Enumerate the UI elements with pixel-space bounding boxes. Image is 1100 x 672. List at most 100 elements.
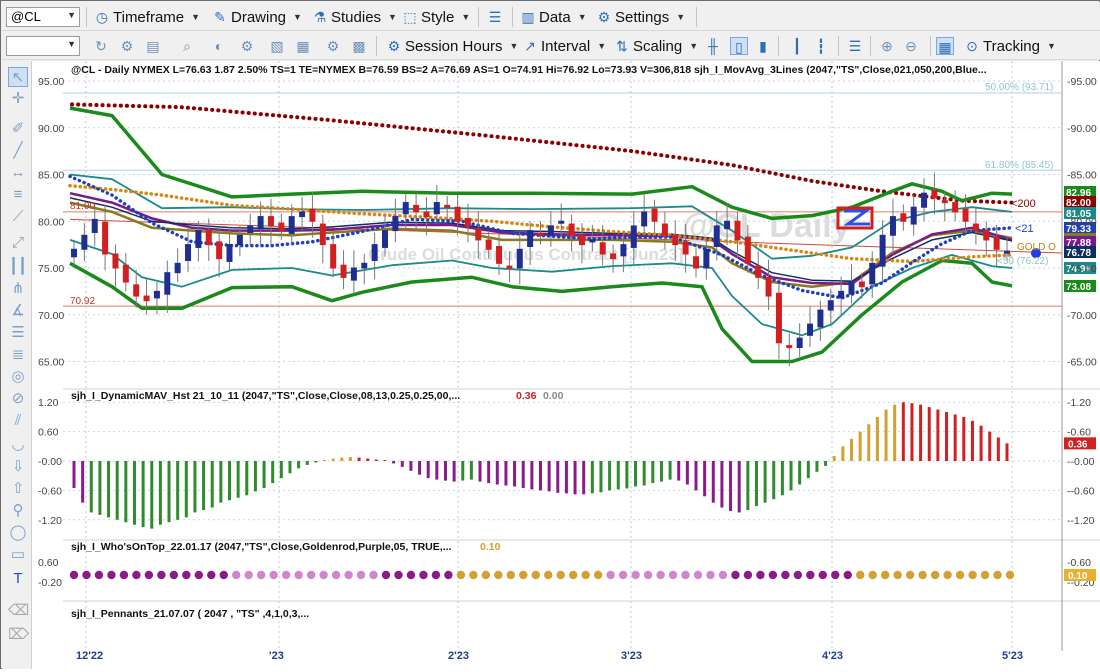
pointer-icon[interactable]: ↖ xyxy=(8,67,28,87)
chevron-down-icon[interactable]: ▼ xyxy=(67,39,76,49)
candle-up xyxy=(807,323,814,336)
whos-on-top-dot xyxy=(419,570,428,580)
table-icon[interactable]: ▦ xyxy=(294,37,312,55)
settings-button[interactable]: ⚙ Settings ▼ xyxy=(596,6,685,28)
whos-on-top-dot xyxy=(82,570,91,580)
price-chart[interactable]: @CL Daily Crude Oil Continuous Contract … xyxy=(32,61,1100,669)
vertical-lines-icon[interactable]: ┃┃ xyxy=(8,257,28,277)
tracking-button[interactable]: ⊙ Tracking ▼ xyxy=(964,35,1056,57)
wrench-icon[interactable]: ✐ xyxy=(8,119,28,139)
retracement-icon[interactable]: ☰ xyxy=(8,323,28,343)
gear-icon[interactable]: ⚙ xyxy=(238,37,256,55)
whos-on-top-dot xyxy=(556,570,565,580)
channel-icon[interactable]: ≡ xyxy=(8,185,28,205)
toolbar-divider xyxy=(778,36,779,56)
ray-icon[interactable]: ⟋ xyxy=(8,207,28,227)
settings-small-icon[interactable]: ⚙ xyxy=(118,37,136,55)
levels-icon[interactable]: ≣ xyxy=(8,345,28,365)
hollow-candle-icon[interactable]: ▮ xyxy=(754,37,772,55)
spiral-icon[interactable]: ◎ xyxy=(8,367,28,387)
text-icon[interactable]: T xyxy=(8,569,28,589)
arrow-up-icon[interactable]: ⇧ xyxy=(8,479,28,499)
drawing-button[interactable]: ✎ Drawing ▼ xyxy=(212,6,302,28)
tradestation-window: @CL ▼ ◷ Timeframe ▼ ✎ Drawing ▼ ⚗ Studie… xyxy=(0,0,1100,669)
whos-on-top-dot xyxy=(232,570,241,580)
ind1-tag: 0.36 xyxy=(1068,439,1088,450)
price-axis-label-left: 75.00 xyxy=(38,263,64,275)
whos-on-top-dot xyxy=(918,570,927,580)
scaling-button[interactable]: ⇅ Scaling ▼ xyxy=(614,35,698,57)
gann-icon[interactable]: ⊘ xyxy=(8,389,28,409)
pitchfork-icon[interactable]: ⋔ xyxy=(8,279,28,299)
data-icon: ▥ xyxy=(521,9,535,25)
chevron-down-icon[interactable]: ▼ xyxy=(67,10,76,20)
refresh-icon[interactable]: ↻ xyxy=(92,37,110,55)
toolbar-divider xyxy=(838,36,839,56)
candle-down xyxy=(672,234,679,246)
chevron-down-icon: ▼ xyxy=(1046,41,1056,51)
price-axis-label: -85.00 xyxy=(1067,170,1097,182)
interval-button[interactable]: ↗ Interval ▼ xyxy=(522,35,606,57)
eraser-icon[interactable]: ⌫ xyxy=(8,601,29,621)
bars-alt-icon[interactable]: ┇ xyxy=(812,37,830,55)
rectangle-icon[interactable]: ▭ xyxy=(8,545,28,565)
ind2-tag: 0.10 xyxy=(1068,571,1088,582)
pin-icon[interactable]: ⚲ xyxy=(8,501,28,521)
symbol-input[interactable]: @CL ▼ xyxy=(6,7,80,27)
candlestick-icon[interactable]: ▯ xyxy=(730,37,748,55)
session-hours-button[interactable]: ⚙ Session Hours ▼ xyxy=(386,35,519,57)
gear-icon: ⚙ xyxy=(597,9,611,25)
speed-lines-icon[interactable]: ⫽ xyxy=(8,411,28,431)
crosshair-icon[interactable]: ✛ xyxy=(8,89,28,109)
layout-icon[interactable]: ☰ xyxy=(486,8,504,26)
candle-down xyxy=(651,208,658,222)
whos-on-top-dot xyxy=(144,570,154,580)
fib-618-label: 61.80% (85.45) xyxy=(985,160,1053,171)
trendline-icon[interactable]: ╱ xyxy=(8,141,28,161)
grid-icon[interactable]: ▩ xyxy=(350,37,368,55)
data-button[interactable]: ▥ Data ▼ xyxy=(520,6,587,28)
timeframe-button[interactable]: ◷ Timeframe ▼ xyxy=(94,6,200,28)
angle-icon[interactable]: ∡ xyxy=(8,301,28,321)
delete-icon[interactable]: ⌦ xyxy=(8,625,29,645)
candle-up xyxy=(889,216,896,236)
cog-icon[interactable]: ⚙ xyxy=(324,37,342,55)
fibonacci-icon[interactable]: ⤢ xyxy=(8,233,28,253)
ellipse-icon[interactable]: ◯ xyxy=(8,523,28,543)
layout-select[interactable]: ▼ xyxy=(6,36,80,56)
zoom-in-icon[interactable]: ⊕ xyxy=(878,37,896,55)
whos-on-top-dot xyxy=(257,570,266,580)
drawing-label: Drawing xyxy=(231,8,287,26)
chart-area[interactable]: @CL Daily Crude Oil Continuous Contract … xyxy=(32,61,1100,669)
arrow-down-icon[interactable]: ⇩ xyxy=(8,457,28,477)
horizontal-line-icon[interactable]: ↔ xyxy=(8,163,28,183)
zoom-icon[interactable]: ⌕ xyxy=(178,37,196,55)
bars-icon[interactable]: ┃ xyxy=(788,37,806,55)
studies-button[interactable]: ⚗ Studies ▼ xyxy=(312,6,397,28)
whos-on-top-dot xyxy=(194,570,203,580)
bar-chart-icon[interactable]: ╫ xyxy=(704,37,722,55)
candle-down xyxy=(755,265,762,278)
image-icon[interactable]: ▧ xyxy=(268,37,286,55)
chevron-down-icon: ▼ xyxy=(577,12,587,22)
arc-icon[interactable]: ◡ xyxy=(8,435,28,455)
candle-up xyxy=(257,216,264,230)
candle-down xyxy=(340,264,347,278)
layout-icon[interactable]: ☰ xyxy=(846,37,864,55)
ind1-axis-label-left: -0.00 xyxy=(38,456,62,468)
candle-up xyxy=(910,206,917,225)
style-button[interactable]: ⬚ Style ▼ xyxy=(402,6,470,28)
candle-up xyxy=(879,234,886,267)
chart-icon[interactable]: ▤ xyxy=(144,37,162,55)
candle-down xyxy=(205,230,212,246)
whos-on-top-dot xyxy=(94,570,104,580)
candle-down xyxy=(900,213,907,222)
candle-down xyxy=(278,222,285,232)
dashboard-icon[interactable]: ◐ xyxy=(210,37,228,55)
zoom-out-icon[interactable]: ⊖ xyxy=(902,37,920,55)
ind1-axis-label-left: -1.20 xyxy=(38,515,62,527)
price-axis-label-left: 80.00 xyxy=(38,216,64,228)
data-window-icon[interactable]: ▦ xyxy=(936,37,954,55)
indicator1-label: sjh_I_DynamicMAV_Hst 21_10_11 (2047,"TS"… xyxy=(71,390,460,402)
ind2-axis-label-left: -0.20 xyxy=(38,577,62,589)
